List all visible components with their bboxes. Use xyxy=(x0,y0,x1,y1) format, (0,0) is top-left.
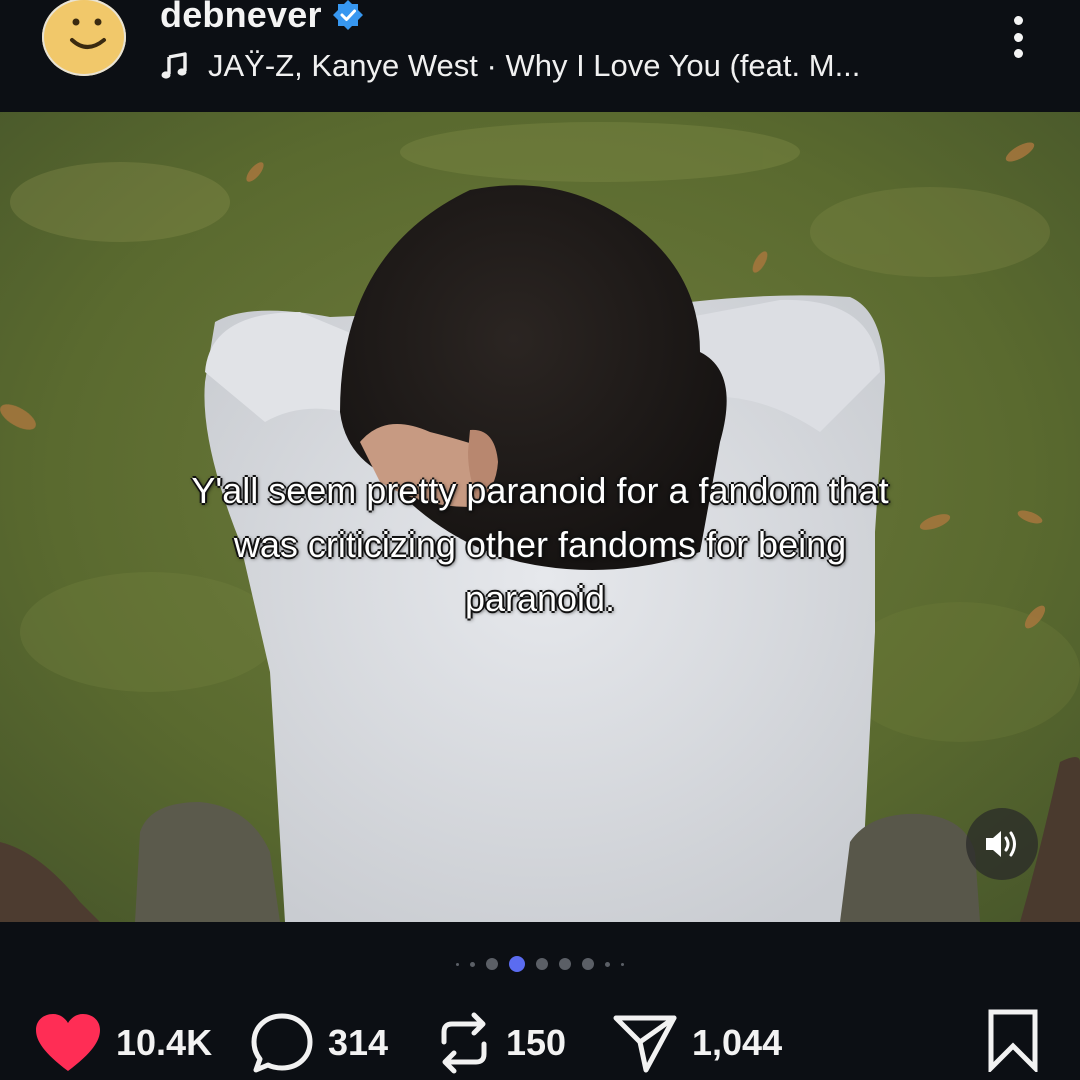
like-button[interactable]: 10.4K xyxy=(34,1008,212,1078)
carousel-dot xyxy=(621,962,624,966)
avatar[interactable] xyxy=(42,0,126,76)
post-media[interactable]: Y'all seem pretty paranoid for a fandom … xyxy=(0,112,1080,922)
action-bar: 10.4K 314 150 1,044 xyxy=(0,1000,1080,1080)
carousel-indicator xyxy=(0,952,1080,976)
post-header: debnever JAŸ-Z, Kanye West · Why I Love … xyxy=(0,0,1080,112)
music-row[interactable]: JAŸ-Z, Kanye West · Why I Love You (feat… xyxy=(160,46,860,86)
carousel-dot xyxy=(486,958,498,970)
music-track-label: JAŸ-Z, Kanye West · Why I Love You (feat… xyxy=(208,48,861,83)
carousel-dot xyxy=(536,958,548,970)
username[interactable]: debnever xyxy=(160,0,322,36)
verified-icon xyxy=(332,0,363,30)
comment-icon xyxy=(251,1013,313,1073)
carousel-dot xyxy=(456,962,459,966)
more-options-icon[interactable] xyxy=(1000,12,1036,62)
share-icon xyxy=(613,1015,677,1073)
speaker-icon xyxy=(986,831,1016,857)
carousel-dot-active xyxy=(509,956,525,972)
bookmark-icon xyxy=(988,1009,1038,1075)
share-button[interactable]: 1,044 xyxy=(612,1008,782,1078)
carousel-dot xyxy=(559,958,571,970)
bookmark-button[interactable] xyxy=(986,1008,1040,1077)
comment-count: 314 xyxy=(328,1022,389,1063)
carousel-dot xyxy=(582,958,594,970)
heart-icon xyxy=(36,1014,100,1071)
carousel-dot xyxy=(470,961,475,967)
like-count: 10.4K xyxy=(116,1022,213,1063)
repost-button[interactable]: 150 xyxy=(436,1008,566,1078)
music-note-icon xyxy=(161,52,187,79)
carousel-dot xyxy=(605,961,610,967)
mute-toggle-button[interactable] xyxy=(966,808,1038,880)
username-row: debnever xyxy=(160,0,364,40)
repost-count: 150 xyxy=(506,1022,567,1063)
share-count: 1,044 xyxy=(692,1022,783,1063)
comment-button[interactable]: 314 xyxy=(250,1008,388,1078)
repost-icon xyxy=(441,1012,487,1074)
post-caption-overlay: Y'all seem pretty paranoid for a fandom … xyxy=(191,470,889,619)
smiley-avatar-icon xyxy=(70,18,106,49)
